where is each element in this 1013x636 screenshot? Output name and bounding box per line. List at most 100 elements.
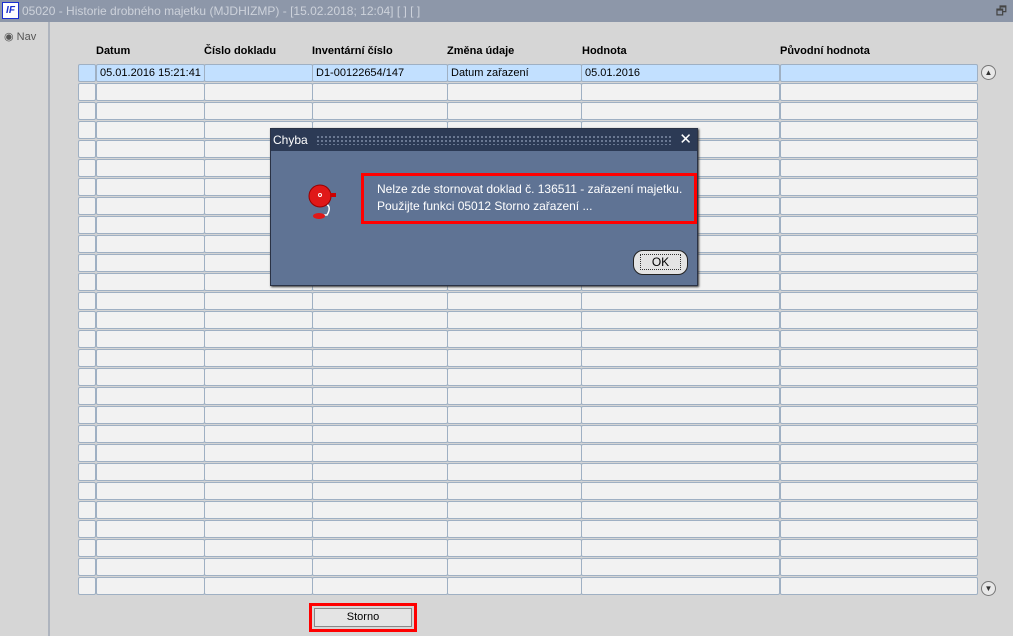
- cell-inventarni-cislo[interactable]: [312, 83, 448, 101]
- cell-inventarni-cislo[interactable]: [312, 444, 448, 462]
- cell-puvodni-hodnota[interactable]: [780, 235, 978, 253]
- cell-hodnota[interactable]: [581, 463, 780, 481]
- cell-cislo-dokladu[interactable]: [204, 368, 313, 386]
- cell-hodnota[interactable]: [581, 311, 780, 329]
- cell-zmena-udaje[interactable]: Datum zařazení: [447, 64, 582, 82]
- cell-inventarni-cislo[interactable]: [312, 463, 448, 481]
- cell-puvodni-hodnota[interactable]: [780, 387, 978, 405]
- cell-cislo-dokladu[interactable]: [204, 558, 313, 576]
- cell-cislo-dokladu[interactable]: [204, 102, 313, 120]
- cell-zmena-udaje[interactable]: [447, 387, 582, 405]
- cell-hodnota[interactable]: 05.01.2016: [581, 64, 780, 82]
- cell-inventarni-cislo[interactable]: [312, 558, 448, 576]
- cell-datum[interactable]: [96, 463, 205, 481]
- cell-hodnota[interactable]: [581, 368, 780, 386]
- cell-datum[interactable]: [96, 273, 205, 291]
- cell-datum[interactable]: [96, 425, 205, 443]
- ok-button[interactable]: OK: [633, 250, 688, 275]
- cell-zmena-udaje[interactable]: [447, 482, 582, 500]
- cell-inventarni-cislo[interactable]: [312, 539, 448, 557]
- cell-puvodni-hodnota[interactable]: [780, 121, 978, 139]
- cell-puvodni-hodnota[interactable]: [780, 140, 978, 158]
- cell-zmena-udaje[interactable]: [447, 368, 582, 386]
- row-selector[interactable]: [78, 501, 96, 519]
- cell-zmena-udaje[interactable]: [447, 311, 582, 329]
- cell-datum[interactable]: [96, 159, 205, 177]
- cell-datum[interactable]: [96, 406, 205, 424]
- cell-hodnota[interactable]: [581, 292, 780, 310]
- row-selector[interactable]: [78, 463, 96, 481]
- nav-radio[interactable]: ◉ Nav: [4, 30, 36, 43]
- row-selector[interactable]: [78, 539, 96, 557]
- row-selector[interactable]: [78, 368, 96, 386]
- cell-puvodni-hodnota[interactable]: [780, 520, 978, 538]
- cell-hodnota[interactable]: [581, 577, 780, 595]
- cell-hodnota[interactable]: [581, 349, 780, 367]
- cell-puvodni-hodnota[interactable]: [780, 83, 978, 101]
- scroll-down-button[interactable]: ▼: [981, 581, 996, 596]
- cell-inventarni-cislo[interactable]: D1-00122654/147: [312, 64, 448, 82]
- cell-puvodni-hodnota[interactable]: [780, 102, 978, 120]
- cell-puvodni-hodnota[interactable]: [780, 577, 978, 595]
- cell-inventarni-cislo[interactable]: [312, 330, 448, 348]
- cell-inventarni-cislo[interactable]: [312, 406, 448, 424]
- cell-cislo-dokladu[interactable]: [204, 520, 313, 538]
- cell-datum[interactable]: [96, 482, 205, 500]
- cell-puvodni-hodnota[interactable]: [780, 159, 978, 177]
- row-selector[interactable]: [78, 520, 96, 538]
- cell-datum[interactable]: [96, 178, 205, 196]
- row-selector[interactable]: [78, 197, 96, 215]
- cell-datum[interactable]: [96, 121, 205, 139]
- row-selector[interactable]: [78, 558, 96, 576]
- cell-datum[interactable]: 05.01.2016 15:21:41: [96, 64, 205, 82]
- cell-puvodni-hodnota[interactable]: [780, 463, 978, 481]
- cell-zmena-udaje[interactable]: [447, 425, 582, 443]
- cell-zmena-udaje[interactable]: [447, 520, 582, 538]
- cell-hodnota[interactable]: [581, 501, 780, 519]
- cell-hodnota[interactable]: [581, 425, 780, 443]
- row-selector[interactable]: [78, 235, 96, 253]
- cell-hodnota[interactable]: [581, 330, 780, 348]
- row-selector[interactable]: [78, 349, 96, 367]
- cell-zmena-udaje[interactable]: [447, 330, 582, 348]
- row-selector[interactable]: [78, 64, 96, 82]
- cell-puvodni-hodnota[interactable]: [780, 64, 978, 82]
- cell-hodnota[interactable]: [581, 387, 780, 405]
- cell-puvodni-hodnota[interactable]: [780, 311, 978, 329]
- cell-cislo-dokladu[interactable]: [204, 83, 313, 101]
- row-selector[interactable]: [78, 444, 96, 462]
- cell-puvodni-hodnota[interactable]: [780, 216, 978, 234]
- cell-zmena-udaje[interactable]: [447, 406, 582, 424]
- cell-puvodni-hodnota[interactable]: [780, 368, 978, 386]
- cell-puvodni-hodnota[interactable]: [780, 501, 978, 519]
- row-selector[interactable]: [78, 178, 96, 196]
- cell-datum[interactable]: [96, 330, 205, 348]
- cell-puvodni-hodnota[interactable]: [780, 482, 978, 500]
- cell-datum[interactable]: [96, 311, 205, 329]
- cell-datum[interactable]: [96, 539, 205, 557]
- cell-puvodni-hodnota[interactable]: [780, 254, 978, 272]
- cell-hodnota[interactable]: [581, 102, 780, 120]
- cell-puvodni-hodnota[interactable]: [780, 292, 978, 310]
- cell-inventarni-cislo[interactable]: [312, 501, 448, 519]
- row-selector[interactable]: [78, 577, 96, 595]
- cell-datum[interactable]: [96, 235, 205, 253]
- cell-zmena-udaje[interactable]: [447, 463, 582, 481]
- cell-cislo-dokladu[interactable]: [204, 444, 313, 462]
- cell-datum[interactable]: [96, 444, 205, 462]
- cell-puvodni-hodnota[interactable]: [780, 178, 978, 196]
- row-selector[interactable]: [78, 482, 96, 500]
- close-icon[interactable]: ✕: [679, 129, 692, 151]
- cell-cislo-dokladu[interactable]: [204, 292, 313, 310]
- cell-hodnota[interactable]: [581, 83, 780, 101]
- row-selector[interactable]: [78, 140, 96, 158]
- cell-zmena-udaje[interactable]: [447, 349, 582, 367]
- cell-hodnota[interactable]: [581, 444, 780, 462]
- cell-cislo-dokladu[interactable]: [204, 349, 313, 367]
- cell-zmena-udaje[interactable]: [447, 539, 582, 557]
- cell-datum[interactable]: [96, 387, 205, 405]
- cell-datum[interactable]: [96, 254, 205, 272]
- vertical-scrollbar[interactable]: ▲ ▼: [980, 64, 997, 597]
- cell-cislo-dokladu[interactable]: [204, 64, 313, 82]
- cell-inventarni-cislo[interactable]: [312, 482, 448, 500]
